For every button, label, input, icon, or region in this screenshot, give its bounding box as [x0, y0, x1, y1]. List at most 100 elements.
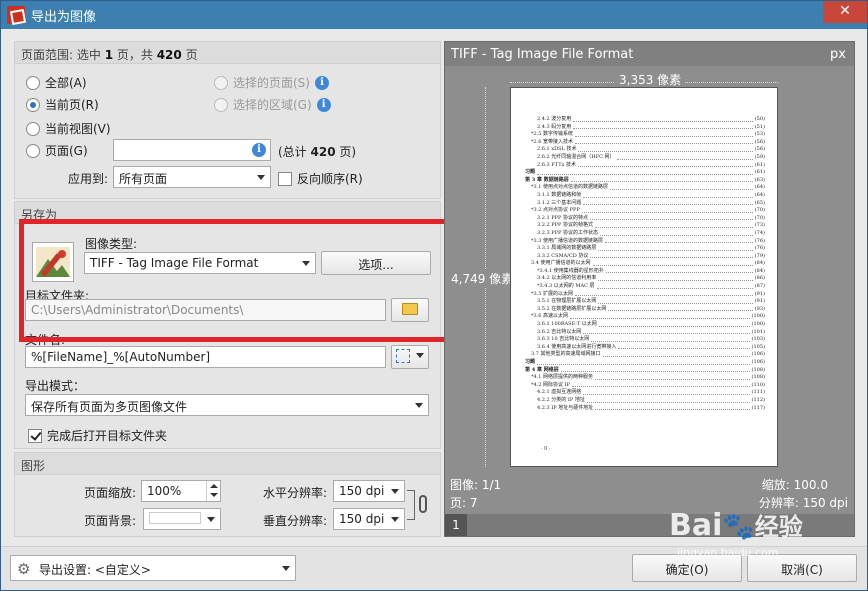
chevron-down-icon: [415, 403, 423, 408]
link-bracket: [407, 490, 415, 520]
thumbnail-item[interactable]: 1: [445, 514, 467, 536]
browse-folder-button[interactable]: [391, 298, 429, 322]
toc-entry-page: (59): [754, 153, 765, 160]
toc-row: 3.6.1 100BASE-T 以太网 (100): [525, 321, 765, 329]
vres-select[interactable]: 150 dpi: [333, 508, 405, 530]
chevron-down-icon: [282, 566, 290, 571]
vres-label: 垂直分辨率:: [263, 514, 328, 528]
toc-row: 4.2.2 分类的 IP 地址 (112): [525, 397, 765, 405]
app-icon: [7, 6, 25, 24]
zoom-readout: 缩放: 100.0: [761, 478, 828, 492]
chevron-down-icon: [416, 353, 425, 358]
toc-entry-title: 3.7 其他类型的高速局域网接口: [531, 351, 601, 358]
toc-entry-page: (84): [754, 260, 765, 267]
toc-entry-title: 4.2.2 分类的 IP 地址: [537, 396, 585, 403]
insert-macro-button[interactable]: [391, 345, 429, 369]
toc-entry-page: (64): [754, 184, 765, 191]
page-preview: 2.4.2 波分复用 (50) 2.4.3 码分复用 (51) *2.5 数字传输系统(…: [510, 87, 778, 467]
toc-entry-page: (100): [751, 313, 765, 320]
info-icon[interactable]: i: [316, 97, 331, 112]
toc-entry-page: (100): [751, 321, 765, 328]
image-type-select[interactable]: TIFF - Tag Image File Format: [84, 252, 316, 274]
radio-current-view[interactable]: 当前视图(V): [26, 120, 111, 137]
export-mode-label: 导出模式：: [25, 379, 86, 393]
radio-selected-pages: 选择的页面(S) i: [214, 74, 329, 91]
toc-entry-title: 3.1.1 数据链路和帧: [537, 191, 582, 198]
height-label: 4,749 像素: [449, 270, 516, 287]
chevron-down-icon: [257, 175, 265, 180]
width-label: 3,353 像素: [615, 71, 686, 88]
toc-entry-title: *3.3 使用广播信道的数据链路层: [531, 237, 604, 244]
apply-to-label: 应用到:: [68, 172, 109, 186]
toc-row: *3.4.3 以太网的 MAC 层 (87): [525, 283, 765, 291]
toc-entry-title: 2.6.1 xDSL 技术: [537, 146, 577, 153]
toc-entry-page: (73): [754, 222, 765, 229]
apply-to-select[interactable]: 所有页面: [113, 166, 271, 188]
toc-entry-title: 3.3.1 局域网的数据链路层: [537, 245, 597, 252]
page-background-color[interactable]: [143, 508, 221, 530]
info-icon[interactable]: i: [314, 75, 329, 90]
chain-link-icon[interactable]: [419, 495, 427, 513]
folder-icon: [402, 303, 418, 315]
hres-label: 水平分辨率:: [263, 486, 328, 500]
toc-row: *3.1 使用点对点信道的数据链路层 (64): [525, 184, 765, 192]
toc-row: 3.4.2 以太网的信道利用率 (86): [525, 275, 765, 283]
page-counter: 页: 7: [450, 496, 478, 510]
gear-icon: ⚙: [17, 560, 31, 578]
toc-row: *4.1 网络层提供的两种服务 (108): [525, 374, 765, 382]
image-type-icon: [32, 242, 74, 282]
radio-pages[interactable]: 页面(G): [26, 142, 88, 159]
toc-entry-page: (87): [754, 283, 765, 290]
filename-input[interactable]: %[FileName]_%[AutoNumber]: [25, 346, 386, 368]
toc-entry-page: (106): [751, 351, 765, 358]
toc-entry-page: (76): [754, 237, 765, 244]
toc-row: *3.3 使用广播信道的数据链路层 (76): [525, 238, 765, 246]
options-button[interactable]: 选项...: [321, 251, 431, 275]
save-as-header: 另存为: [15, 202, 440, 224]
hres-select[interactable]: 150 dpi: [333, 480, 405, 502]
radio-all[interactable]: 全部(A): [26, 74, 87, 91]
window-title: 导出为图像: [31, 10, 97, 25]
toc-entry-page: (65): [754, 199, 765, 206]
graphics-header: 图形: [15, 453, 440, 475]
toc-entry-title: 习题: [525, 359, 536, 365]
toc-row: 4.2.3 IP 地址与硬件地址 (117): [525, 405, 765, 413]
radio-current-page[interactable]: 当前页(R): [26, 96, 99, 113]
toc-entry-page: (56): [754, 146, 765, 153]
toc-entry-title: 4.2.1 虚拟互连网络: [537, 389, 582, 396]
toc-row: 3.1.2 三个基本问题 (65): [525, 200, 765, 208]
info-icon[interactable]: i: [252, 143, 266, 157]
target-folder-input[interactable]: C:\Users\Administrator\Documents\: [25, 299, 386, 321]
toc-entry-title: 2.6.2 光纤同轴混合网（HFC 网）: [537, 153, 615, 160]
toc-row: 3.6.3 10 吉比特以太网 (103): [525, 336, 765, 344]
title-bar: 导出为图像 ✕: [1, 1, 867, 29]
toc-entry-page: (112): [751, 396, 765, 403]
toc-entry-title: *2.5 数字传输系统: [531, 131, 574, 138]
page-range-header: 页面范围: 选中 1 页，共 420 页: [15, 42, 440, 64]
toc-entry-page: (53): [754, 131, 765, 138]
toc-row: 3.2.3 PPP 协议的工作状态 (74): [525, 230, 765, 238]
close-button[interactable]: ✕: [823, 1, 867, 23]
toc-entry-title: 习题: [525, 169, 536, 176]
toc-entry-page: (86): [754, 275, 765, 282]
toc-entry-page: (50): [754, 116, 765, 122]
page-range-panel: 页面范围: 选中 1 页，共 420 页 全部(A) 当前页(R) 当前视图(V…: [14, 41, 441, 199]
page-footer: · II ·: [541, 446, 551, 452]
chevron-down-icon: [391, 489, 399, 494]
toc-entry-title: *3.6 高速以太网: [531, 313, 569, 320]
open-folder-checkbox[interactable]: 完成后打开目标文件夹: [28, 427, 167, 444]
chevron-down-icon: [391, 517, 399, 522]
toc-row: 3.3.1 局域网的数据链路层 (76): [525, 245, 765, 253]
reverse-order-checkbox[interactable]: 反向顺序(R): [278, 170, 363, 187]
export-mode-select[interactable]: 保存所有页面为多页图像文件: [25, 394, 429, 416]
page-zoom-stepper[interactable]: 100%: [141, 480, 221, 502]
toc-row: *3.6 高速以太网 (100): [525, 313, 765, 321]
export-settings-select[interactable]: ⚙ 导出设置: <自定义>: [10, 555, 296, 581]
toc-row: 3.5.1 在物理层扩展以太网 (91): [525, 298, 765, 306]
graphics-panel: 图形 页面缩放: 100% 页面背景: 水平分辨率: 150 dpi 垂直分辨率…: [14, 452, 441, 537]
pages-input[interactable]: i: [113, 139, 271, 161]
toc-entry-page: (70): [754, 207, 765, 214]
toc-entry-page: (106): [751, 359, 765, 365]
chevron-down-icon: [207, 517, 215, 522]
toc-row: 3.7 其他类型的高速局域网接口 (106): [525, 351, 765, 359]
